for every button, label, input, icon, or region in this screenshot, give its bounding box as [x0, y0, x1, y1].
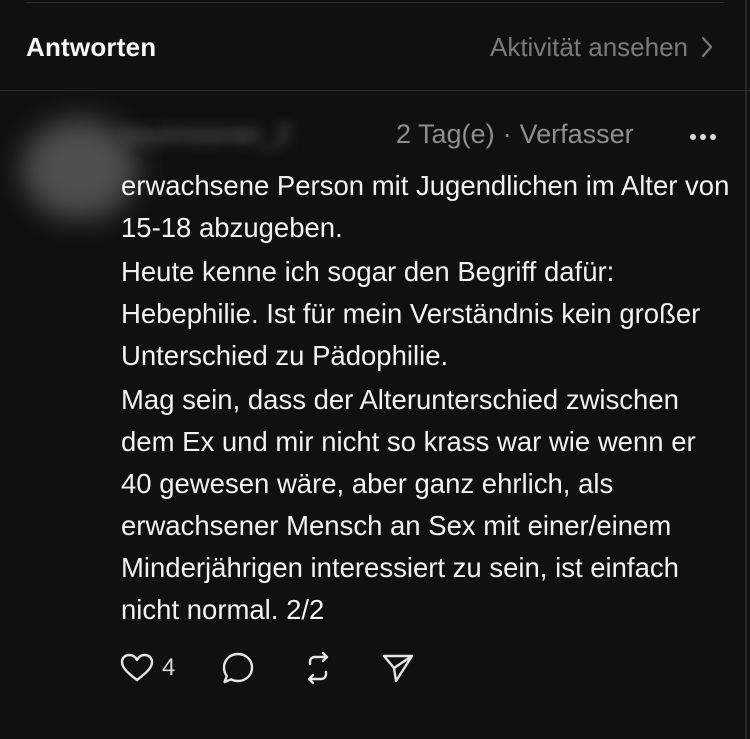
post-paragraph: Heute kenne ich sogar den Begriff dafür:… [121, 256, 701, 371]
meta-separator: · [502, 119, 512, 149]
send-icon [383, 654, 414, 683]
app-frame: Antworten Aktivität ansehen noyimooner_2… [0, 0, 750, 739]
author-badge: Verfasser [519, 119, 634, 149]
comment-bubble-icon [223, 652, 254, 684]
share-button[interactable] [381, 651, 415, 685]
post-paragraph: erwachsene Person mit Jugendlichen im Al… [121, 170, 730, 243]
top-divider [26, 2, 724, 3]
like-count: 4 [162, 654, 176, 681]
post-age: 2 Tag(e) [396, 119, 495, 149]
replies-title: Antworten [26, 31, 157, 62]
heart-icon [120, 653, 154, 682]
replies-header: Antworten Aktivität ansehen [0, 22, 750, 72]
username-redacted[interactable]: noyimooner_2 [120, 119, 382, 149]
post-actions: 4 [120, 651, 415, 685]
view-activity-link[interactable]: Aktivität ansehen [490, 32, 714, 63]
view-activity-label: Aktivität ansehen [489, 31, 688, 62]
comment-button[interactable] [221, 651, 255, 685]
like-button[interactable]: 4 [120, 653, 175, 683]
repost-icon [308, 651, 329, 685]
post-paragraph: Mag sein, dass der Alterunterschied zwis… [121, 384, 696, 625]
post-meta: 2 Tag(e) · Verfasser [396, 119, 634, 150]
post-body: erwachsene Person mit Jugendlichen im Al… [121, 165, 731, 633]
repost-button[interactable] [301, 651, 335, 685]
chevron-right-icon [701, 36, 713, 58]
more-options-icon[interactable] [690, 131, 720, 143]
reply-post: noyimooner_2 2 Tag(e) · Verfasser erwach… [0, 91, 750, 739]
